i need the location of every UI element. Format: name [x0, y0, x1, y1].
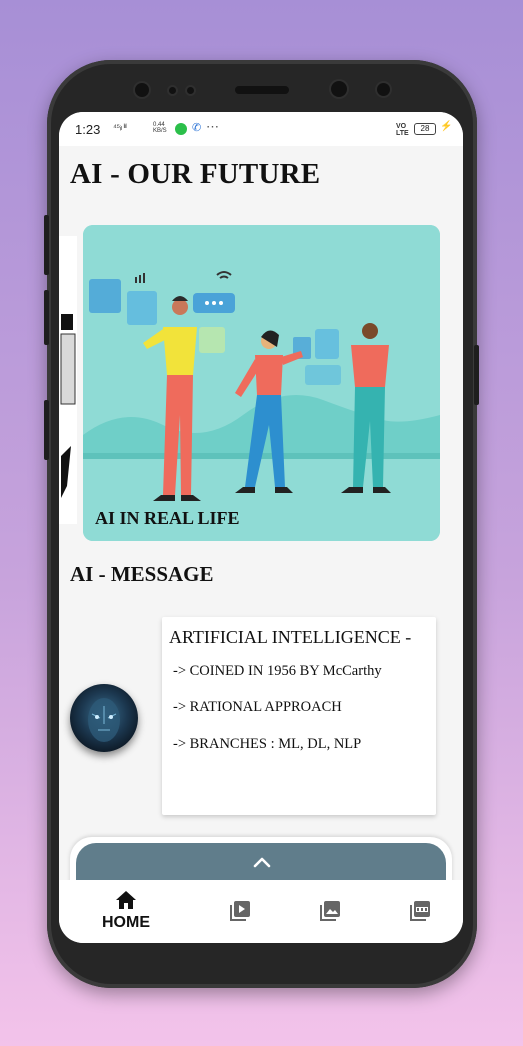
- photo-library-icon: [320, 901, 340, 921]
- status-time: 1:23: [75, 122, 101, 137]
- app-screen: 1:23 ⁴⁵ᵢₗ ˡᶦˡ 0.44 KB/S ✆ ⋯ VO LTE 28 ⚡ …: [59, 112, 463, 943]
- carousel-previous-slide[interactable]: [59, 236, 77, 524]
- volume-button: [44, 290, 49, 345]
- camera-icon: [331, 81, 347, 97]
- phone-icon: ✆: [192, 122, 202, 134]
- power-button: [474, 345, 479, 405]
- info-line: -> RATIONAL APPROACH: [173, 699, 342, 715]
- ai-face-image: [88, 698, 120, 742]
- previous-slide-image: [59, 236, 77, 524]
- video-library-icon: [230, 901, 250, 921]
- ai-avatar: [70, 684, 138, 752]
- status-bar: 1:23 ⁴⁵ᵢₗ ˡᶦˡ 0.44 KB/S ✆ ⋯ VO LTE 28 ⚡: [59, 112, 463, 146]
- volte-bottom: LTE: [396, 130, 409, 137]
- carousel-caption: AI IN REAL LIFE: [95, 508, 240, 528]
- chevron-up-icon: [253, 857, 271, 868]
- info-line: -> COINED IN 1956 BY McCarthy: [173, 663, 382, 679]
- nav-label-home: HOME: [102, 914, 150, 931]
- section-title: AI - MESSAGE: [70, 562, 214, 586]
- signal-icon: ⁴⁵ᵢₗ ˡᶦˡ: [113, 122, 127, 132]
- carousel-slide[interactable]: AI IN REAL LIFE: [83, 225, 440, 541]
- sensor-dot: [169, 87, 176, 94]
- volume-button: [44, 215, 49, 275]
- page-title: AI - OUR FUTURE: [70, 158, 321, 190]
- info-card: ARTIFICIAL INTELLIGENCE - -> COINED IN 1…: [162, 617, 436, 815]
- info-line: -> BRANCHES : ML, DL, NLP: [173, 736, 362, 752]
- nav-item-home[interactable]: HOME: [91, 880, 161, 943]
- camera-icon: [135, 83, 149, 97]
- sensor-dot: [187, 87, 194, 94]
- nav-item-pdf[interactable]: [405, 880, 435, 943]
- charging-icon: ⚡: [440, 121, 453, 132]
- bottom-navigation: HOME: [59, 880, 463, 943]
- home-icon: [116, 891, 136, 909]
- volte-top: VO: [396, 123, 407, 130]
- earpiece-speaker: [235, 86, 289, 94]
- nav-item-gallery[interactable]: [315, 880, 345, 943]
- network-speed: 0.44 KB/S: [153, 122, 167, 134]
- info-card-heading: ARTIFICIAL INTELLIGENCE -: [169, 627, 412, 647]
- sensor-dot: [377, 83, 390, 96]
- nav-item-videos[interactable]: [225, 880, 255, 943]
- ai-illustration: [83, 225, 440, 541]
- pdf-icon: [410, 901, 430, 921]
- side-button: [44, 400, 49, 460]
- speed-unit: KB/S: [153, 128, 167, 134]
- volte-icon: VO LTE: [396, 123, 409, 137]
- battery-icon: 28: [414, 123, 436, 135]
- more-icon: ⋯: [206, 119, 219, 134]
- whatsapp-icon: [175, 123, 187, 135]
